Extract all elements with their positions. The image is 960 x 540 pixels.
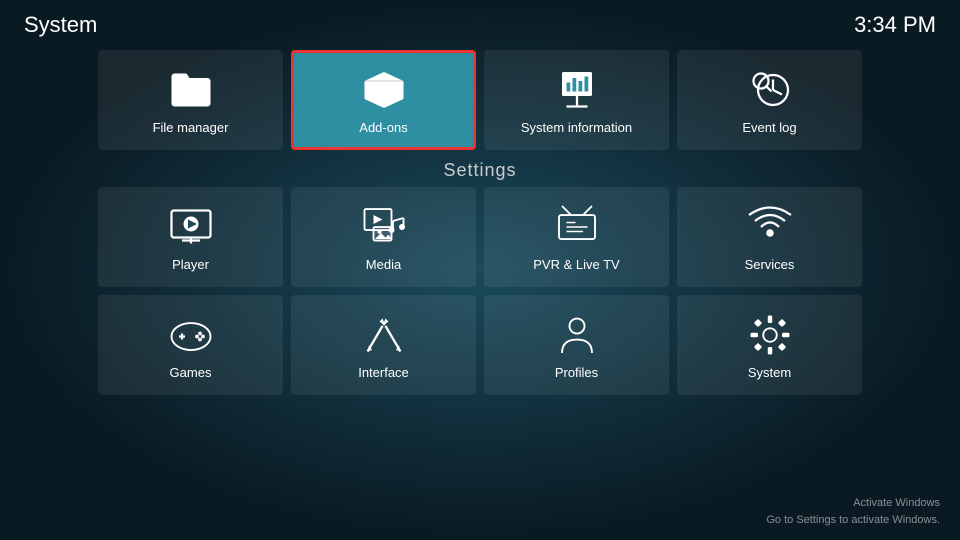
watermark-line2: Go to Settings to activate Windows. xyxy=(766,512,940,529)
top-row: File manager Add-ons xyxy=(0,50,960,150)
event-log-icon xyxy=(746,66,794,114)
interface-icon xyxy=(360,311,408,359)
player-icon xyxy=(167,203,215,251)
system-info-icon xyxy=(553,66,601,114)
tile-label-system: System xyxy=(748,365,791,380)
tile-label-player: Player xyxy=(172,257,209,272)
pvr-icon xyxy=(553,203,601,251)
clock: 3:34 PM xyxy=(854,12,936,38)
tile-add-ons[interactable]: Add-ons xyxy=(291,50,476,150)
addons-icon xyxy=(360,66,408,114)
tile-label-file-manager: File manager xyxy=(153,120,229,135)
tile-label-system-information: System information xyxy=(521,120,632,135)
tile-profiles[interactable]: Profiles xyxy=(484,295,669,395)
tile-interface[interactable]: Interface xyxy=(291,295,476,395)
settings-row-1: Player Media xyxy=(0,187,960,287)
tile-system[interactable]: System xyxy=(677,295,862,395)
tile-label-add-ons: Add-ons xyxy=(359,120,407,135)
settings-label: Settings xyxy=(0,160,960,181)
header: System 3:34 PM xyxy=(0,0,960,46)
watermark: Activate Windows Go to Settings to activ… xyxy=(766,495,940,528)
tile-label-games: Games xyxy=(170,365,212,380)
profiles-icon xyxy=(553,311,601,359)
tile-pvr-live-tv[interactable]: PVR & Live TV xyxy=(484,187,669,287)
tile-label-interface: Interface xyxy=(358,365,409,380)
tile-label-pvr-live-tv: PVR & Live TV xyxy=(533,257,619,272)
services-icon xyxy=(746,203,794,251)
folder-icon xyxy=(167,66,215,114)
tile-system-information[interactable]: System information xyxy=(484,50,669,150)
tile-label-media: Media xyxy=(366,257,401,272)
tile-file-manager[interactable]: File manager xyxy=(98,50,283,150)
tile-label-event-log: Event log xyxy=(742,120,796,135)
tile-services[interactable]: Services xyxy=(677,187,862,287)
tile-label-profiles: Profiles xyxy=(555,365,598,380)
watermark-line1: Activate Windows xyxy=(766,495,940,512)
system-icon xyxy=(746,311,794,359)
tile-player[interactable]: Player xyxy=(98,187,283,287)
tile-event-log[interactable]: Event log xyxy=(677,50,862,150)
games-icon xyxy=(167,311,215,359)
settings-row-2: Games Interface Profiles xyxy=(0,295,960,395)
tile-label-services: Services xyxy=(745,257,795,272)
media-icon xyxy=(360,203,408,251)
tile-games[interactable]: Games xyxy=(98,295,283,395)
page-title: System xyxy=(24,12,97,38)
tile-media[interactable]: Media xyxy=(291,187,476,287)
